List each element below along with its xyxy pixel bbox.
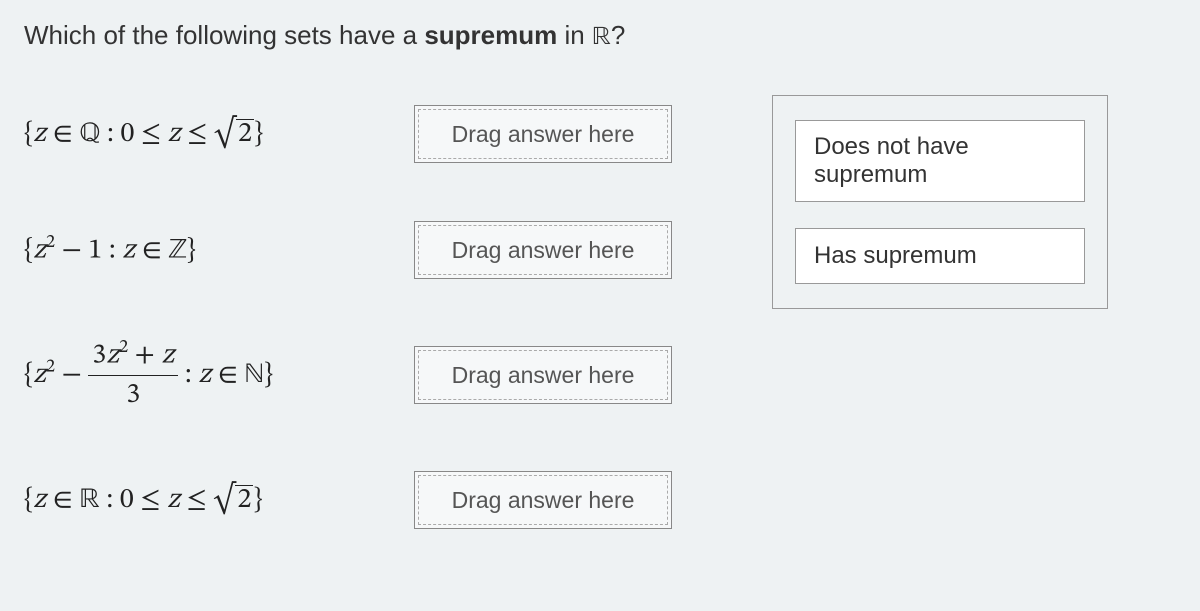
- item-row-2: {z2 − 1 : z ∈ ℤ} Drag answer here: [24, 221, 672, 279]
- answer-card-no-supremum[interactable]: Does not have supremum: [795, 120, 1085, 202]
- dropzone-1[interactable]: Drag answer here: [414, 105, 672, 163]
- item-row-1: {z ∈ ℚ : 0 ≤ z ≤ 2} Drag answer here: [24, 105, 672, 163]
- items-column: {z ∈ ℚ : 0 ≤ z ≤ 2} Drag answer here {z2…: [24, 105, 672, 529]
- dropzone-2[interactable]: Drag answer here: [414, 221, 672, 279]
- dropzone-placeholder: Drag answer here: [418, 475, 668, 525]
- dropzone-placeholder: Drag answer here: [418, 109, 668, 159]
- answer-card-has-supremum[interactable]: Has supremum: [795, 228, 1085, 284]
- dropzone-placeholder: Drag answer here: [418, 350, 668, 400]
- set-expression-4: {z ∈ ℝ : 0 ≤ z ≤ 2}: [24, 483, 384, 518]
- dropzone-placeholder: Drag answer here: [418, 225, 668, 275]
- dropzone-3[interactable]: Drag answer here: [414, 346, 672, 404]
- set-expression-1: {z ∈ ℚ : 0 ≤ z ≤ 2}: [24, 117, 384, 152]
- set-expression-2: {z2 − 1 : z ∈ ℤ}: [24, 232, 384, 268]
- item-row-3: {z2 − 3z2 + z3 : z ∈ ℕ} Drag answer here: [24, 337, 672, 413]
- dropzone-4[interactable]: Drag answer here: [414, 471, 672, 529]
- answers-panel: Does not have supremum Has supremum: [772, 95, 1108, 309]
- set-expression-3: {z2 − 3z2 + z3 : z ∈ ℕ}: [24, 337, 384, 413]
- content-area: {z ∈ ℚ : 0 ≤ z ≤ 2} Drag answer here {z2…: [24, 105, 1176, 529]
- question-text: Which of the following sets have a supre…: [24, 20, 1176, 55]
- item-row-4: {z ∈ ℝ : 0 ≤ z ≤ 2} Drag answer here: [24, 471, 672, 529]
